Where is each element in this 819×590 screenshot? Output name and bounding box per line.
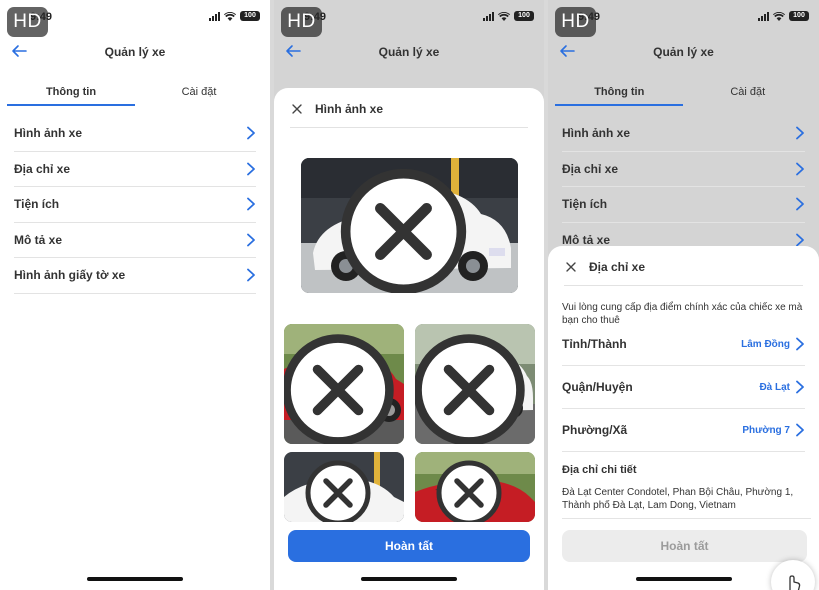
photo-2[interactable]: [284, 324, 404, 444]
menu-item-label: Hình ảnh giấy tờ xe: [14, 268, 126, 283]
tab-info[interactable]: Thông tin: [555, 86, 684, 98]
signal-icon: [758, 11, 769, 21]
province-value: Lâm Đồng: [741, 338, 790, 350]
hd-badge: HD: [7, 7, 48, 37]
wifi-icon: [498, 11, 510, 21]
menu-item-label: Hình ảnh xe: [14, 126, 83, 141]
menu-item-description[interactable]: Mô tả xe: [14, 223, 256, 258]
hand-pointer-icon: [789, 575, 801, 590]
tab-settings[interactable]: Cài đặt: [135, 86, 263, 98]
remove-photo-icon[interactable]: [415, 330, 529, 444]
ward-value: Phường 7: [742, 424, 790, 436]
chevron-right-icon: [796, 233, 804, 247]
screen-vehicle-photos: HD 9:49 100 Quản lý xe Hình ảnh xe: [274, 0, 544, 590]
page-title: Quản lý xe: [653, 45, 714, 59]
home-indicator: [361, 577, 457, 581]
menu-item-amenities[interactable]: Tiện ích: [14, 187, 256, 223]
photo-3[interactable]: [415, 324, 535, 444]
photo-4[interactable]: [284, 452, 404, 522]
chevron-right-icon: [247, 126, 255, 140]
remove-photo-icon[interactable]: [284, 330, 398, 444]
wifi-icon: [773, 11, 785, 21]
menu-item-vehicle-photos[interactable]: Hình ảnh xe: [562, 116, 805, 152]
photos-sheet: Hình ảnh xe Hoàn tất: [274, 88, 544, 590]
close-icon[interactable]: [290, 102, 304, 116]
remove-photo-icon[interactable]: [284, 458, 398, 522]
photo-main[interactable]: [301, 158, 518, 293]
province-label: Tỉnh/Thành: [562, 337, 627, 351]
menu-item-label: Hình ảnh xe: [562, 126, 631, 141]
status-icons: 100: [483, 11, 534, 21]
ward-row[interactable]: Phường/Xã Phường 7: [562, 409, 805, 452]
sheet-header: Địa chỉ xe: [564, 260, 803, 286]
menu-item-label: Địa chỉ xe: [14, 161, 71, 176]
chevron-right-icon: [247, 162, 255, 176]
battery-icon: 100: [789, 11, 809, 21]
close-icon[interactable]: [564, 260, 578, 274]
menu-item-label: Tiện ích: [14, 197, 60, 212]
menu-item-label: Tiện ích: [562, 197, 608, 212]
chevron-right-icon: [796, 423, 804, 437]
detail-address-field[interactable]: Đà Lạt Center Condotel, Phan Bội Châu, P…: [562, 486, 811, 519]
screen-vehicle-address: HD 9:49 100 Quản lý xe Thông tin Cài đặt…: [548, 0, 819, 590]
done-button[interactable]: Hoàn tất: [288, 530, 530, 562]
sheet-title: Địa chỉ xe: [589, 260, 646, 274]
screen-vehicle-management: HD 9:49 100 Quản lý xe Thông tin Cài đặt…: [0, 0, 270, 590]
vehicle-menu: Hình ảnh xe Địa chỉ xe Tiện ích Mô tả xe…: [14, 116, 256, 294]
page-title: Quản lý xe: [104, 45, 166, 59]
remove-photo-icon[interactable]: [415, 458, 529, 522]
done-button[interactable]: Hoàn tất: [562, 530, 807, 562]
wifi-icon: [224, 11, 236, 21]
detail-address-label: Địa chỉ chi tiết: [562, 464, 637, 476]
menu-item-vehicle-address[interactable]: Địa chỉ xe: [14, 152, 256, 187]
province-value-group: Lâm Đồng: [741, 337, 805, 351]
chevron-right-icon: [247, 233, 255, 247]
chevron-right-icon: [796, 380, 804, 394]
chevron-right-icon: [247, 268, 255, 282]
chevron-right-icon: [796, 162, 804, 176]
photo-5[interactable]: [415, 452, 535, 522]
chevron-right-icon: [796, 197, 804, 211]
status-icons: 100: [209, 11, 260, 21]
ward-value-group: Phường 7: [742, 423, 805, 437]
district-label: Quận/Huyện: [562, 380, 633, 394]
hd-badge: HD: [281, 7, 322, 37]
battery-icon: 100: [240, 11, 260, 21]
district-row[interactable]: Quận/Huyện Đà Lạt: [562, 366, 805, 409]
chevron-right-icon: [796, 126, 804, 140]
menu-item-amenities[interactable]: Tiện ích: [562, 187, 805, 223]
address-sheet: Địa chỉ xe Vui lòng cung cấp địa điểm ch…: [548, 246, 819, 590]
ward-label: Phường/Xã: [562, 423, 628, 437]
tab-settings[interactable]: Cài đặt: [684, 86, 813, 98]
menu-item-label: Mô tả xe: [14, 232, 63, 247]
home-indicator: [635, 577, 732, 581]
menu-item-vehicle-photos[interactable]: Hình ảnh xe: [14, 116, 256, 152]
battery-icon: 100: [514, 11, 534, 21]
menu-item-label: Mô tả xe: [562, 232, 611, 247]
district-value-group: Đà Lạt: [759, 380, 805, 394]
sheet-header: Hình ảnh xe: [290, 102, 528, 128]
district-value: Đà Lạt: [759, 381, 790, 393]
vehicle-menu: Hình ảnh xe Địa chỉ xe Tiện ích Mô tả xe: [562, 116, 805, 258]
menu-item-vehicle-address[interactable]: Địa chỉ xe: [562, 152, 805, 187]
signal-icon: [209, 11, 220, 21]
hd-badge: HD: [555, 7, 596, 37]
menu-item-documents[interactable]: Hình ảnh giấy tờ xe: [14, 258, 256, 294]
chevron-right-icon: [796, 337, 804, 351]
tab-bar: Thông tin Cài đặt: [7, 86, 263, 108]
tab-active-indicator: [7, 104, 135, 106]
signal-icon: [483, 11, 494, 21]
home-indicator: [87, 577, 183, 581]
menu-item-label: Địa chỉ xe: [562, 161, 619, 176]
tab-info[interactable]: Thông tin: [7, 86, 135, 98]
province-row[interactable]: Tỉnh/Thành Lâm Đồng: [562, 323, 805, 366]
remove-photo-icon[interactable]: [301, 164, 512, 293]
page-title: Quản lý xe: [378, 45, 440, 59]
tab-bar: Thông tin Cài đặt: [555, 86, 812, 108]
tab-active-indicator: [555, 104, 683, 106]
status-icons: 100: [758, 11, 809, 21]
chevron-right-icon: [247, 197, 255, 211]
sheet-title: Hình ảnh xe: [315, 102, 384, 116]
